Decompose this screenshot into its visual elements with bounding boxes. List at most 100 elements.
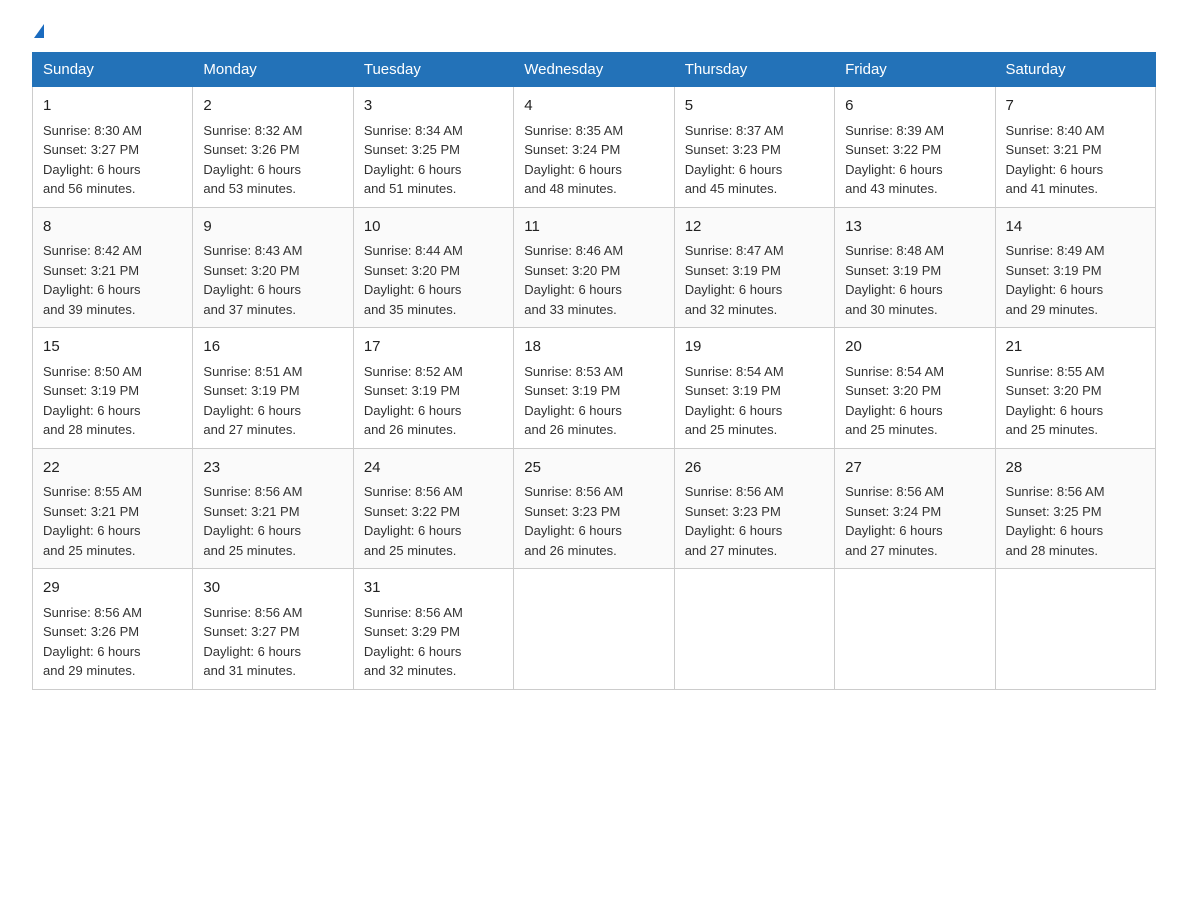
day-info: Sunrise: 8:30 AM Sunset: 3:27 PM Dayligh… <box>43 121 182 199</box>
day-number: 16 <box>203 336 342 359</box>
calendar-cell: 9Sunrise: 8:43 AM Sunset: 3:20 PM Daylig… <box>193 207 353 328</box>
day-number: 17 <box>364 336 503 359</box>
calendar-cell: 10Sunrise: 8:44 AM Sunset: 3:20 PM Dayli… <box>353 207 513 328</box>
calendar-cell: 24Sunrise: 8:56 AM Sunset: 3:22 PM Dayli… <box>353 448 513 569</box>
col-header-friday: Friday <box>835 53 995 87</box>
calendar-header-row: SundayMondayTuesdayWednesdayThursdayFrid… <box>33 53 1156 87</box>
day-info: Sunrise: 8:56 AM Sunset: 3:23 PM Dayligh… <box>685 482 824 560</box>
day-info: Sunrise: 8:46 AM Sunset: 3:20 PM Dayligh… <box>524 241 663 319</box>
calendar-cell: 6 Sunrise: 8:39 AM Sunset: 3:22 PM Daylig… <box>835 87 995 208</box>
day-number: 6 <box>845 95 984 118</box>
day-info: Sunrise: 8:56 AM Sunset: 3:23 PM Dayligh… <box>524 482 663 560</box>
day-info: Sunrise: 8:52 AM Sunset: 3:19 PM Dayligh… <box>364 362 503 440</box>
calendar-cell: 2Sunrise: 8:32 AM Sunset: 3:26 PM Daylig… <box>193 87 353 208</box>
day-number: 8 <box>43 216 182 239</box>
calendar-cell: 31 Sunrise: 8:56 AM Sunset: 3:29 PM Dayli… <box>353 569 513 690</box>
calendar-cell <box>514 569 674 690</box>
calendar-cell: 30 Sunrise: 8:56 AM Sunset: 3:27 PM Dayli… <box>193 569 353 690</box>
calendar-cell: 25Sunrise: 8:56 AM Sunset: 3:23 PM Dayli… <box>514 448 674 569</box>
calendar-cell: 20Sunrise: 8:54 AM Sunset: 3:20 PM Dayli… <box>835 328 995 449</box>
calendar-cell <box>835 569 995 690</box>
day-info: Sunrise: 8:44 AM Sunset: 3:20 PM Dayligh… <box>364 241 503 319</box>
calendar-cell: 15 Sunrise: 8:50 AM Sunset: 3:19 PM Dayli… <box>33 328 193 449</box>
day-info: Sunrise: 8:53 AM Sunset: 3:19 PM Dayligh… <box>524 362 663 440</box>
day-number: 23 <box>203 457 342 480</box>
day-number: 25 <box>524 457 663 480</box>
day-info: Sunrise: 8:56 AM Sunset: 3:27 PM Dayligh… <box>203 603 342 681</box>
col-header-saturday: Saturday <box>995 53 1155 87</box>
day-number: 15 <box>43 336 182 359</box>
calendar-cell <box>674 569 834 690</box>
calendar-week-row: 15 Sunrise: 8:50 AM Sunset: 3:19 PM Dayli… <box>33 328 1156 449</box>
day-info: Sunrise: 8:35 AM Sunset: 3:24 PM Dayligh… <box>524 121 663 199</box>
day-info: Sunrise: 8:56 AM Sunset: 3:22 PM Dayligh… <box>364 482 503 560</box>
day-number: 9 <box>203 216 342 239</box>
day-number: 1 <box>43 95 182 118</box>
day-info: Sunrise: 8:56 AM Sunset: 3:24 PM Dayligh… <box>845 482 984 560</box>
calendar-cell: 23Sunrise: 8:56 AM Sunset: 3:21 PM Dayli… <box>193 448 353 569</box>
day-number: 5 <box>685 95 824 118</box>
day-number: 21 <box>1006 336 1145 359</box>
day-info: Sunrise: 8:40 AM Sunset: 3:21 PM Dayligh… <box>1006 121 1145 199</box>
calendar-cell: 8Sunrise: 8:42 AM Sunset: 3:21 PM Daylig… <box>33 207 193 328</box>
day-number: 4 <box>524 95 663 118</box>
day-number: 11 <box>524 216 663 239</box>
calendar-week-row: 29 Sunrise: 8:56 AM Sunset: 3:26 PM Dayli… <box>33 569 1156 690</box>
calendar-cell: 18 Sunrise: 8:53 AM Sunset: 3:19 PM Dayli… <box>514 328 674 449</box>
calendar-cell: 28Sunrise: 8:56 AM Sunset: 3:25 PM Dayli… <box>995 448 1155 569</box>
day-info: Sunrise: 8:48 AM Sunset: 3:19 PM Dayligh… <box>845 241 984 319</box>
calendar-cell: 3Sunrise: 8:34 AM Sunset: 3:25 PM Daylig… <box>353 87 513 208</box>
day-info: Sunrise: 8:32 AM Sunset: 3:26 PM Dayligh… <box>203 121 342 199</box>
day-info: Sunrise: 8:42 AM Sunset: 3:21 PM Dayligh… <box>43 241 182 319</box>
day-number: 18 <box>524 336 663 359</box>
day-info: Sunrise: 8:54 AM Sunset: 3:19 PM Dayligh… <box>685 362 824 440</box>
day-number: 29 <box>43 577 182 600</box>
day-info: Sunrise: 8:47 AM Sunset: 3:19 PM Dayligh… <box>685 241 824 319</box>
day-info: Sunrise: 8:55 AM Sunset: 3:20 PM Dayligh… <box>1006 362 1145 440</box>
calendar-cell <box>995 569 1155 690</box>
col-header-sunday: Sunday <box>33 53 193 87</box>
calendar-week-row: 22Sunrise: 8:55 AM Sunset: 3:21 PM Dayli… <box>33 448 1156 569</box>
day-number: 14 <box>1006 216 1145 239</box>
calendar-cell: 5 Sunrise: 8:37 AM Sunset: 3:23 PM Daylig… <box>674 87 834 208</box>
day-info: Sunrise: 8:50 AM Sunset: 3:19 PM Dayligh… <box>43 362 182 440</box>
day-info: Sunrise: 8:51 AM Sunset: 3:19 PM Dayligh… <box>203 362 342 440</box>
day-number: 12 <box>685 216 824 239</box>
day-number: 30 <box>203 577 342 600</box>
col-header-wednesday: Wednesday <box>514 53 674 87</box>
day-info: Sunrise: 8:55 AM Sunset: 3:21 PM Dayligh… <box>43 482 182 560</box>
day-info: Sunrise: 8:34 AM Sunset: 3:25 PM Dayligh… <box>364 121 503 199</box>
day-number: 19 <box>685 336 824 359</box>
col-header-monday: Monday <box>193 53 353 87</box>
calendar-cell: 27Sunrise: 8:56 AM Sunset: 3:24 PM Dayli… <box>835 448 995 569</box>
calendar-cell: 14Sunrise: 8:49 AM Sunset: 3:19 PM Dayli… <box>995 207 1155 328</box>
col-header-tuesday: Tuesday <box>353 53 513 87</box>
logo-triangle-icon <box>34 24 44 38</box>
day-number: 28 <box>1006 457 1145 480</box>
calendar-cell: 12Sunrise: 8:47 AM Sunset: 3:19 PM Dayli… <box>674 207 834 328</box>
day-info: Sunrise: 8:56 AM Sunset: 3:25 PM Dayligh… <box>1006 482 1145 560</box>
calendar-cell: 11Sunrise: 8:46 AM Sunset: 3:20 PM Dayli… <box>514 207 674 328</box>
calendar-cell: 13Sunrise: 8:48 AM Sunset: 3:19 PM Dayli… <box>835 207 995 328</box>
calendar-cell: 1 Sunrise: 8:30 AM Sunset: 3:27 PM Daylig… <box>33 87 193 208</box>
day-info: Sunrise: 8:56 AM Sunset: 3:26 PM Dayligh… <box>43 603 182 681</box>
calendar-cell: 21 Sunrise: 8:55 AM Sunset: 3:20 PM Dayli… <box>995 328 1155 449</box>
day-info: Sunrise: 8:37 AM Sunset: 3:23 PM Dayligh… <box>685 121 824 199</box>
col-header-thursday: Thursday <box>674 53 834 87</box>
day-number: 31 <box>364 577 503 600</box>
calendar-cell: 16 Sunrise: 8:51 AM Sunset: 3:19 PM Dayli… <box>193 328 353 449</box>
calendar-cell: 29 Sunrise: 8:56 AM Sunset: 3:26 PM Dayli… <box>33 569 193 690</box>
day-info: Sunrise: 8:54 AM Sunset: 3:20 PM Dayligh… <box>845 362 984 440</box>
calendar-cell: 19 Sunrise: 8:54 AM Sunset: 3:19 PM Dayli… <box>674 328 834 449</box>
header <box>32 24 1156 34</box>
day-number: 7 <box>1006 95 1145 118</box>
day-number: 26 <box>685 457 824 480</box>
day-number: 13 <box>845 216 984 239</box>
day-info: Sunrise: 8:56 AM Sunset: 3:29 PM Dayligh… <box>364 603 503 681</box>
day-info: Sunrise: 8:39 AM Sunset: 3:22 PM Dayligh… <box>845 121 984 199</box>
day-number: 27 <box>845 457 984 480</box>
day-info: Sunrise: 8:56 AM Sunset: 3:21 PM Dayligh… <box>203 482 342 560</box>
calendar-cell: 7 Sunrise: 8:40 AM Sunset: 3:21 PM Daylig… <box>995 87 1155 208</box>
calendar-week-row: 1 Sunrise: 8:30 AM Sunset: 3:27 PM Daylig… <box>33 87 1156 208</box>
calendar-cell: 26Sunrise: 8:56 AM Sunset: 3:23 PM Dayli… <box>674 448 834 569</box>
